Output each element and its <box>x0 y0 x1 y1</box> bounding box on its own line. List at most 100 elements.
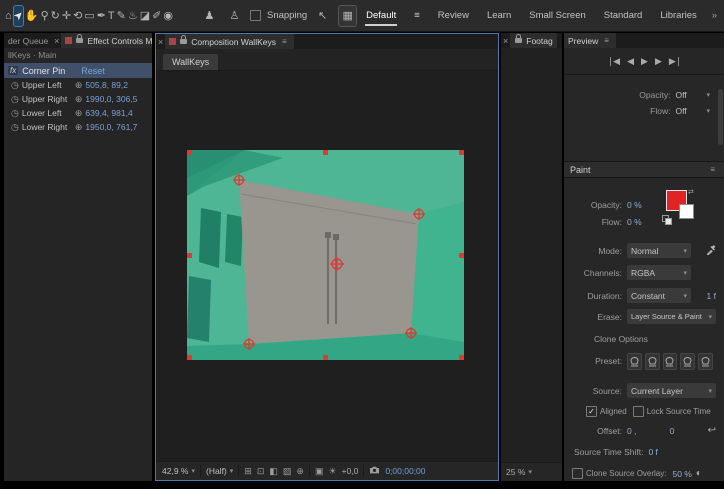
clone-preset-1-button[interactable] <box>627 352 642 370</box>
first-frame-button[interactable]: ❘◀ <box>607 56 621 67</box>
mask-rect-tool-icon[interactable]: ▭ <box>84 6 94 26</box>
pen-tool-icon[interactable]: ✒ <box>97 6 106 26</box>
last-frame-button[interactable]: ▶❘ <box>669 56 683 67</box>
offset-x-value[interactable]: 0 , <box>627 426 636 436</box>
composition-canvas[interactable] <box>187 150 464 360</box>
panel-menu-icon[interactable]: ≡ <box>601 36 612 45</box>
play-button[interactable]: ▶ <box>641 56 648 67</box>
previous-frame-button[interactable]: ◀ <box>627 56 634 67</box>
clone-stamp-tool-icon[interactable]: ♨ <box>128 6 138 26</box>
brush-flow-select[interactable]: Off <box>675 106 701 116</box>
close-icon[interactable]: × <box>52 36 61 46</box>
workspace-tab-small-screen[interactable]: Small Screen <box>520 0 595 31</box>
mask-toggle-icon[interactable]: ◧ <box>269 466 278 477</box>
stopwatch-icon[interactable]: ◷ <box>11 122 19 133</box>
mode-select[interactable]: Normal ▾ <box>627 243 691 258</box>
lock-source-time-checkbox[interactable] <box>632 406 644 417</box>
prop-value[interactable]: 639,4, 981,4 <box>85 108 132 118</box>
brush-opacity-select[interactable]: Off <box>675 90 701 100</box>
erase-select[interactable]: Layer Source & Paint ▾ <box>627 309 716 324</box>
character-alt-icon[interactable]: ♙ <box>226 6 243 26</box>
color-management-icon[interactable]: ▣ <box>315 466 324 477</box>
clone-preset-5-button[interactable] <box>698 352 713 370</box>
overlay-blend-mode-icon[interactable]: ◐ <box>696 468 702 479</box>
point-picker-icon[interactable]: ⊕ <box>75 80 83 91</box>
panel-menu-icon[interactable]: ≡ <box>707 165 718 174</box>
resolution-select[interactable]: (Half) ▾ <box>206 466 233 476</box>
channels-select[interactable]: RGBA ▾ <box>627 265 691 280</box>
tab-composition-wallkeys[interactable]: Composition WallKeys ≡ <box>165 34 294 49</box>
close-icon[interactable]: × <box>501 36 510 46</box>
grid-guides-icon[interactable]: ⊞ <box>244 466 252 477</box>
timecode[interactable]: 0;00;00;00 <box>385 466 425 476</box>
prop-value[interactable]: 1950,0, 761,7 <box>85 122 137 132</box>
clone-source-overlay-value[interactable]: 50 % <box>672 469 691 479</box>
tab-footage[interactable]: Footag <box>510 33 557 48</box>
prop-value[interactable]: 1990,0, 306,5 <box>85 94 137 104</box>
paint-flow-value[interactable]: 0 % <box>627 217 642 227</box>
point-picker-icon[interactable]: ⊕ <box>75 108 83 119</box>
footage-magnification-select[interactable]: 25 % <box>506 467 525 477</box>
transparency-grid-icon[interactable]: ▨ <box>283 466 292 477</box>
duration-select[interactable]: Constant ▾ <box>627 288 691 303</box>
workspace-tab-learn[interactable]: Learn <box>478 0 520 31</box>
eraser-tool-icon[interactable]: ◪ <box>140 6 150 26</box>
workspace-tab-standard[interactable]: Standard <box>595 0 652 31</box>
point-picker-icon[interactable]: ⊕ <box>75 122 83 133</box>
snap-grid-icon[interactable]: ▦ <box>338 4 358 27</box>
home-icon[interactable]: ⌂ <box>5 6 12 26</box>
paint-opacity-value[interactable]: 0 % <box>627 200 642 210</box>
clone-preset-4-button[interactable] <box>680 352 696 370</box>
exposure-icon[interactable]: ☀ <box>328 466 336 477</box>
character-icon[interactable]: ♟ <box>201 6 218 26</box>
tab-effect-controls[interactable]: Effect Controls Main ≡ <box>61 33 152 48</box>
workspace-overflow-icon[interactable]: » <box>706 0 723 31</box>
puppet-pin-tool-icon[interactable]: ◉ <box>163 6 173 26</box>
point-picker-icon[interactable]: ⊕ <box>75 94 83 105</box>
snapping-checkbox[interactable] <box>249 10 261 21</box>
hand-tool-icon[interactable]: ✋ <box>25 6 39 26</box>
zoom-tool-icon[interactable]: ⚲ <box>41 6 49 26</box>
background-color-swatch[interactable] <box>679 204 694 219</box>
next-frame-button[interactable]: ▶ <box>655 56 662 67</box>
panel-menu-icon[interactable]: ≡ <box>279 37 290 46</box>
scrollbar[interactable] <box>718 89 723 145</box>
selection-tool-icon[interactable]: ➤ <box>11 4 26 27</box>
corner-pin-effect-row[interactable]: fx Corner Pin Reset <box>4 63 152 78</box>
source-select[interactable]: Current Layer ▾ <box>627 383 716 398</box>
duration-frames-value[interactable]: 1 f <box>707 291 716 301</box>
close-icon[interactable]: × <box>156 37 165 47</box>
tab-preview[interactable]: Preview ≡ <box>564 33 616 48</box>
source-time-shift-value[interactable]: 0 f <box>648 447 657 457</box>
clone-source-overlay-checkbox[interactable] <box>572 468 583 479</box>
workspace-tab-review[interactable]: Review <box>429 0 478 31</box>
prop-value[interactable]: 505,8, 89,2 <box>85 80 128 90</box>
stopwatch-icon[interactable]: ◷ <box>11 94 19 105</box>
type-tool-icon[interactable]: T <box>108 6 115 26</box>
pixel-aspect-icon[interactable]: ⊕ <box>296 466 304 477</box>
composition-breadcrumb-tab[interactable]: WallKeys <box>163 54 219 70</box>
swap-colors-icon[interactable]: ⇄ <box>688 188 694 196</box>
workspace-tab-libraries[interactable]: Libraries <box>651 0 705 31</box>
stopwatch-icon[interactable]: ◷ <box>11 80 19 91</box>
brush-tool-icon[interactable]: ✎ <box>117 6 126 26</box>
aligned-checkbox[interactable]: ✓ <box>586 406 597 417</box>
default-colors-icon[interactable] <box>662 215 672 225</box>
magnification-select[interactable]: 42,9 % ▾ <box>162 466 195 476</box>
workspace-menu-icon[interactable]: ≡ <box>405 0 429 31</box>
snapshot-camera-icon[interactable] <box>369 466 380 476</box>
camera-tool-icon[interactable]: ⟲ <box>73 6 82 26</box>
composition-viewer[interactable] <box>156 71 498 461</box>
workspace-tab-default[interactable]: Default <box>357 0 405 31</box>
offset-y-value[interactable]: 0 <box>670 426 675 436</box>
reset-button[interactable]: Reset <box>81 66 105 76</box>
render-queue-tab[interactable]: der Queue <box>4 36 52 46</box>
exposure-value[interactable]: +0,0 <box>342 466 359 476</box>
eyedropper-icon[interactable] <box>706 244 716 257</box>
offset-reset-icon[interactable]: ↩ <box>708 425 716 436</box>
clone-preset-2-button[interactable] <box>644 352 660 370</box>
roi-icon[interactable]: ⊡ <box>257 466 265 477</box>
snap-cursor-icon[interactable]: ↖ <box>314 6 331 26</box>
clone-preset-3-button[interactable] <box>662 352 678 370</box>
stopwatch-icon[interactable]: ◷ <box>11 108 19 119</box>
